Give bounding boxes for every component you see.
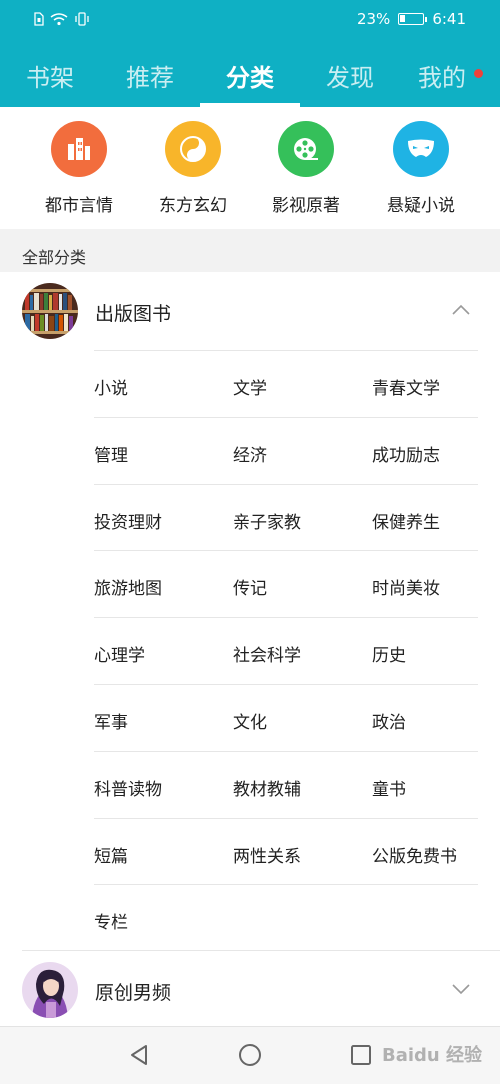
subcategory-item[interactable]: 心理学 bbox=[94, 641, 145, 666]
subcategory-item[interactable]: 青春文学 bbox=[372, 374, 440, 399]
subcategory-item[interactable]: 历史 bbox=[372, 641, 406, 666]
battery-icon bbox=[398, 13, 428, 25]
home-icon[interactable] bbox=[238, 1043, 262, 1067]
tab-category[interactable]: 分类 bbox=[226, 58, 274, 93]
sim-icon bbox=[34, 11, 44, 30]
subcategory-item[interactable]: 时尚美妆 bbox=[372, 574, 440, 599]
quick-category-fantasy[interactable]: 东方玄幻 bbox=[133, 121, 253, 216]
subcategory-item[interactable]: 文学 bbox=[233, 374, 267, 399]
vibrate-icon bbox=[74, 11, 90, 30]
all-categories-header: 全部分类 bbox=[0, 229, 500, 272]
subcategory-row: 军事 文化 政治 bbox=[94, 683, 478, 751]
subcategory-row: 投资理财 亲子家教 保健养生 bbox=[94, 483, 478, 551]
tab-mine[interactable]: 我的 bbox=[418, 58, 466, 93]
subcategory-row: 管理 经济 成功励志 bbox=[94, 416, 478, 484]
top-tabs: 书架 推荐 分类 发现 我的 bbox=[0, 48, 500, 107]
quick-category-urban-romance[interactable]: 都市言情 bbox=[19, 121, 139, 216]
back-icon[interactable] bbox=[127, 1043, 151, 1067]
quick-category-label: 都市言情 bbox=[45, 196, 113, 216]
quick-category-mystery[interactable]: 悬疑小说 bbox=[361, 121, 481, 216]
subcategory-item[interactable]: 管理 bbox=[94, 441, 128, 466]
subcategory-row: 科普读物 教材教辅 童书 bbox=[94, 750, 478, 818]
status-left-icons bbox=[34, 11, 90, 30]
subcategory-item[interactable]: 政治 bbox=[372, 708, 406, 733]
character-avatar bbox=[22, 962, 78, 1018]
film-reel-icon bbox=[278, 121, 334, 177]
mask-icon bbox=[393, 121, 449, 177]
subcategory-item[interactable]: 经济 bbox=[233, 441, 267, 466]
subcategory-item[interactable]: 公版免费书 bbox=[372, 842, 457, 867]
group-original-male[interactable]: 原创男频 bbox=[0, 951, 500, 1029]
chevron-up-icon[interactable] bbox=[450, 302, 472, 318]
quick-categories: 都市言情 东方玄幻 影视原著 悬疑小说 bbox=[0, 107, 500, 229]
subcategory-item[interactable]: 旅游地图 bbox=[94, 574, 162, 599]
app-header: 23% 6:41 书架 推荐 分类 发现 我的 bbox=[0, 0, 500, 107]
subcategory-item[interactable]: 专栏 bbox=[94, 908, 128, 933]
group-title: 原创男频 bbox=[95, 982, 172, 1004]
subcategory-item[interactable]: 科普读物 bbox=[94, 775, 162, 800]
bookshelf-avatar bbox=[22, 283, 78, 339]
subcategory-item[interactable]: 短篇 bbox=[94, 842, 128, 867]
wifi-icon bbox=[50, 11, 68, 30]
quick-category-film-original[interactable]: 影视原著 bbox=[246, 121, 366, 216]
chevron-down-icon[interactable] bbox=[450, 981, 472, 997]
yin-yang-icon bbox=[165, 121, 221, 177]
subcategory-grid: 小说 文学 青春文学 管理 经济 成功励志 投资理财 亲子家教 保健养生 旅游地… bbox=[94, 350, 478, 951]
subcategory-row: 专栏 bbox=[94, 884, 478, 951]
subcategory-item[interactable]: 童书 bbox=[372, 775, 406, 800]
subcategory-item[interactable]: 成功励志 bbox=[372, 441, 440, 466]
all-categories-label: 全部分类 bbox=[22, 248, 87, 267]
recents-icon[interactable] bbox=[349, 1043, 373, 1067]
quick-category-label: 东方玄幻 bbox=[159, 196, 227, 216]
group-published-books[interactable]: 出版图书 bbox=[0, 272, 500, 350]
group-title: 出版图书 bbox=[95, 303, 172, 325]
subcategory-row: 旅游地图 传记 时尚美妆 bbox=[94, 550, 478, 617]
notification-badge bbox=[474, 69, 483, 78]
status-bar: 23% 6:41 bbox=[0, 0, 500, 40]
subcategory-row: 短篇 两性关系 公版免费书 bbox=[94, 817, 478, 885]
tab-bookshelf[interactable]: 书架 bbox=[26, 58, 74, 93]
tab-discover[interactable]: 发现 bbox=[326, 58, 374, 93]
subcategory-item[interactable]: 小说 bbox=[94, 374, 128, 399]
subcategory-item[interactable]: 传记 bbox=[233, 574, 267, 599]
subcategory-item[interactable]: 两性关系 bbox=[233, 842, 301, 867]
quick-category-label: 悬疑小说 bbox=[387, 196, 455, 216]
subcategory-item[interactable]: 教材教辅 bbox=[233, 775, 301, 800]
subcategory-item[interactable]: 社会科学 bbox=[233, 641, 301, 666]
subcategory-item[interactable]: 保健养生 bbox=[372, 508, 440, 533]
subcategory-item[interactable]: 投资理财 bbox=[94, 508, 162, 533]
system-nav-bar: Baidu 经验 bbox=[0, 1026, 500, 1084]
subcategory-row: 心理学 社会科学 历史 bbox=[94, 617, 478, 684]
quick-category-label: 影视原著 bbox=[272, 196, 340, 216]
status-right: 23% 6:41 bbox=[357, 10, 466, 28]
clock: 6:41 bbox=[432, 10, 466, 28]
subcategory-item[interactable]: 军事 bbox=[94, 708, 128, 733]
subcategory-item[interactable]: 文化 bbox=[233, 708, 267, 733]
tab-recommend[interactable]: 推荐 bbox=[126, 58, 174, 93]
battery-percent: 23% bbox=[356, 10, 391, 28]
subcategory-item[interactable]: 亲子家教 bbox=[233, 508, 301, 533]
watermark: Baidu 经验 bbox=[381, 1045, 482, 1066]
buildings-icon bbox=[51, 121, 107, 177]
subcategory-row: 小说 文学 青春文学 bbox=[94, 350, 478, 417]
